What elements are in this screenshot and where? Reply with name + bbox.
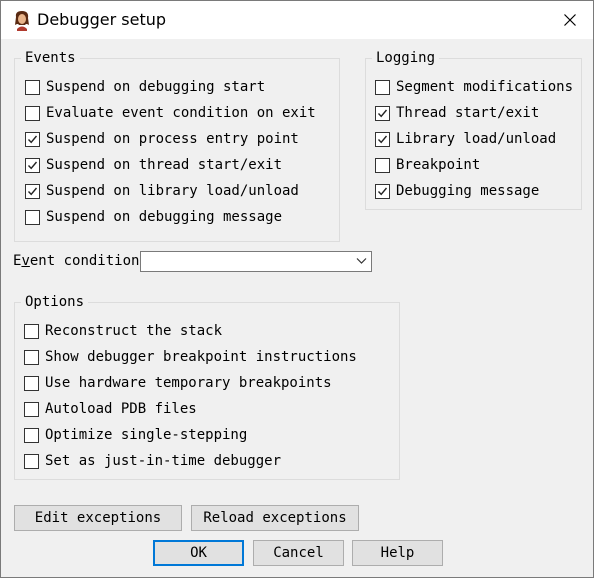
events-checkbox-row[interactable]: Suspend on debugging message [25,208,282,226]
checkbox[interactable] [25,105,40,121]
checkbox[interactable] [24,349,39,365]
checkbox-label: Set as just-in-time debugger [45,453,282,469]
checkbox-label: Segment modifications [396,79,574,95]
options-checkbox-row[interactable]: Optimize single-stepping [24,426,247,444]
checkbox[interactable] [24,375,39,391]
checkbox[interactable] [375,183,390,199]
checkbox[interactable] [24,323,39,339]
checkmark-icon [27,161,38,169]
checkbox[interactable] [375,105,390,121]
checkbox-label: Debugging message [396,183,540,199]
window-title: Debugger setup [37,10,167,29]
reload-exceptions-button[interactable]: Reload exceptions [191,505,359,531]
events-checkbox-row[interactable]: Suspend on debugging start [25,78,265,96]
options-checkbox-row[interactable]: Use hardware temporary breakpoints [24,374,332,392]
events-checkbox-row[interactable]: Suspend on process entry point [25,130,299,148]
checkbox[interactable] [375,157,390,173]
ok-button[interactable]: OK [153,540,244,566]
chevron-down-icon [356,258,367,264]
checkbox[interactable] [25,157,40,173]
checkbox-label: Suspend on thread start/exit [46,157,283,173]
ida-app-icon [15,11,29,31]
checkbox-label: Suspend on library load/unload [46,183,299,199]
checkbox[interactable] [375,79,390,95]
checkbox-label: Evaluate event condition on exit [46,105,316,121]
checkbox-label: Autoload PDB files [45,401,197,417]
checkbox[interactable] [25,209,40,225]
event-condition-label: Event condition [13,253,140,269]
checkbox-label: Thread start/exit [396,105,540,121]
logging-checkbox-row[interactable]: Thread start/exit [375,104,539,122]
checkbox-label: Suspend on debugging message [46,209,283,225]
events-checkbox-row[interactable]: Suspend on library load/unload [25,182,299,200]
edit-exceptions-button[interactable]: Edit exceptions [14,505,182,531]
logging-checkbox-row[interactable]: Segment modifications [375,78,573,96]
close-icon [564,14,576,26]
checkbox-label: Breakpoint [396,157,481,173]
checkbox[interactable] [25,183,40,199]
checkbox-label: Suspend on debugging start [46,79,266,95]
close-button[interactable] [547,1,593,39]
checkmark-icon [377,187,388,195]
checkbox-label: Show debugger breakpoint instructions [45,349,357,365]
checkbox[interactable] [24,401,39,417]
checkbox-label: Use hardware temporary breakpoints [45,375,332,391]
options-checkbox-row[interactable]: Show debugger breakpoint instructions [24,348,357,366]
cancel-button[interactable]: Cancel [253,540,344,566]
options-checkbox-row[interactable]: Reconstruct the stack [24,322,222,340]
debugger-setup-dialog: Debugger setup Events Suspend on debuggi… [0,0,594,578]
logging-checkbox-row[interactable]: Breakpoint [375,156,480,174]
checkmark-icon [27,135,38,143]
checkbox[interactable] [24,427,39,443]
logging-group-title: Logging [372,49,440,67]
checkbox[interactable] [25,131,40,147]
checkmark-icon [377,109,388,117]
options-checkbox-row[interactable]: Set as just-in-time debugger [24,452,281,470]
title-bar: Debugger setup [1,1,593,39]
checkbox-label: Library load/unload [396,131,557,147]
help-button[interactable]: Help [352,540,443,566]
checkbox[interactable] [375,131,390,147]
logging-checkbox-row[interactable]: Library load/unload [375,130,556,148]
options-group-title: Options [21,293,89,311]
logging-checkbox-row[interactable]: Debugging message [375,182,539,200]
checkbox-label: Optimize single-stepping [45,427,248,443]
events-group-title: Events [21,49,80,67]
event-condition-combobox[interactable] [140,251,372,272]
events-checkbox-row[interactable]: Suspend on thread start/exit [25,156,282,174]
checkbox[interactable] [24,453,39,469]
checkbox[interactable] [25,79,40,95]
options-checkbox-row[interactable]: Autoload PDB files [24,400,197,418]
checkmark-icon [377,135,388,143]
checkbox-label: Suspend on process entry point [46,131,299,147]
events-checkbox-row[interactable]: Evaluate event condition on exit [25,104,316,122]
checkmark-icon [27,187,38,195]
checkbox-label: Reconstruct the stack [45,323,223,339]
